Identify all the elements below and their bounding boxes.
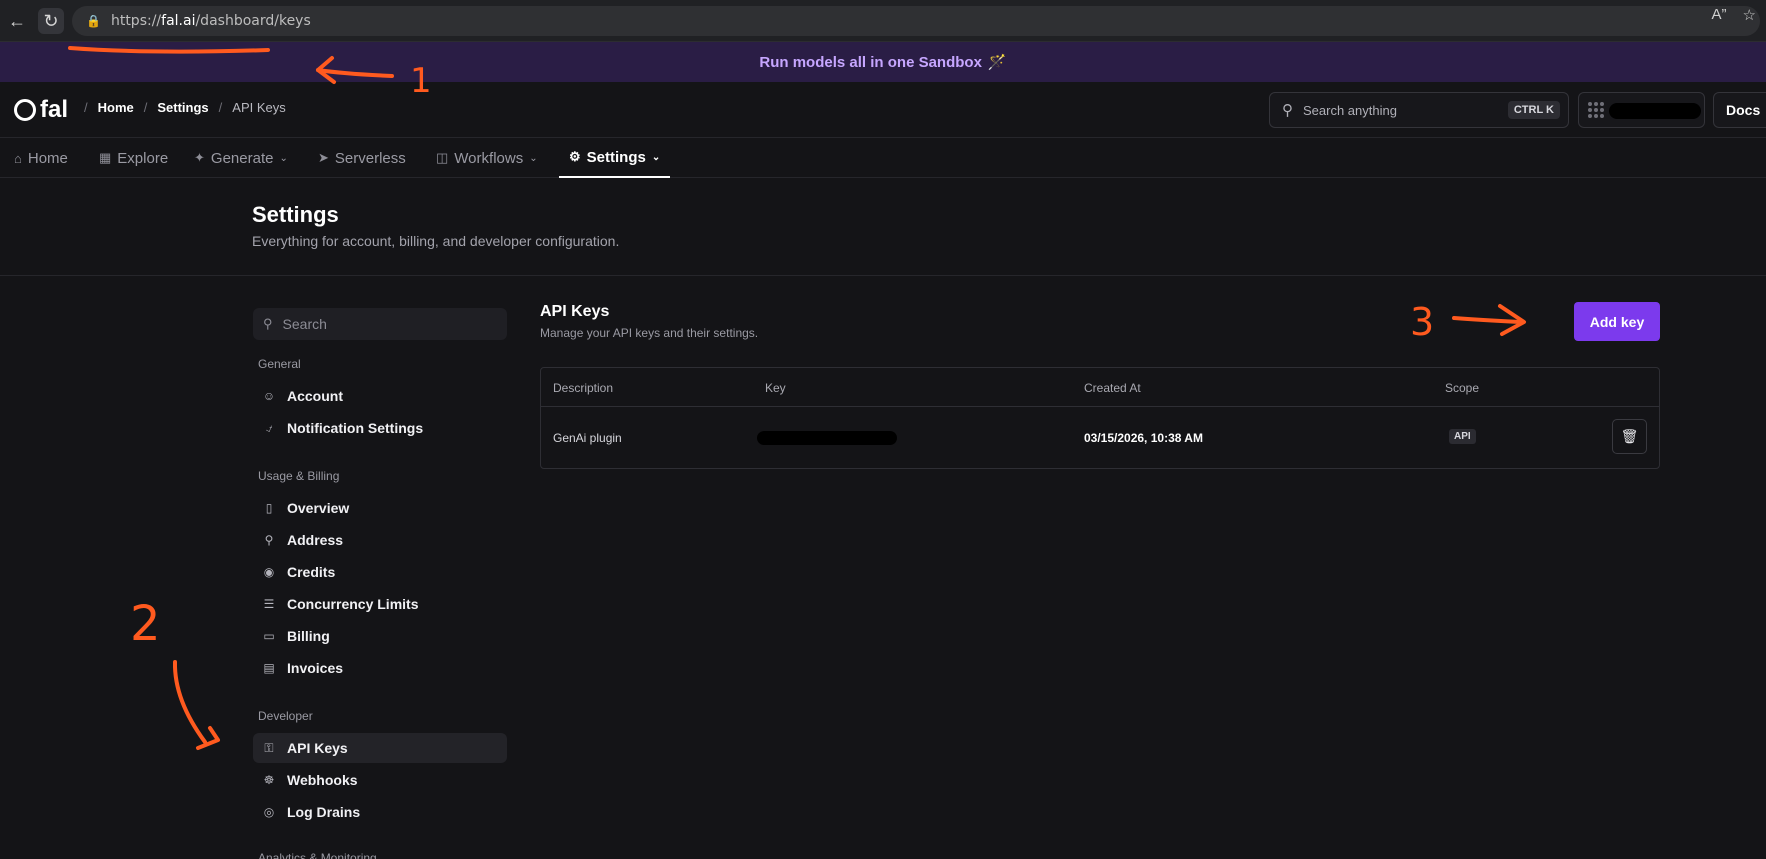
receipt-icon: ▤: [263, 661, 275, 675]
user-icon: ☺: [262, 389, 276, 403]
grid-icon: ▦: [99, 150, 112, 165]
bar-chart-icon: ▯: [265, 501, 273, 515]
team-avatar-icon: [1588, 102, 1604, 118]
url-scheme: https://: [110, 13, 162, 29]
sidebar-item-overview[interactable]: ▯ Overview: [253, 493, 507, 523]
column-header-scope: Scope: [1445, 381, 1480, 395]
column-header-description: Description: [553, 381, 614, 395]
api-keys-table: Description Key Created At Scope GenAi p…: [540, 367, 1660, 469]
sidebar-item-account[interactable]: ☺ Account: [253, 381, 507, 411]
key-icon: ⚿: [264, 740, 274, 755]
sidebar-group-general: General: [258, 357, 301, 371]
page-title: Settings: [252, 202, 339, 227]
column-header-created-at: Created At: [1084, 381, 1141, 395]
trash-icon: 🗑: [1620, 428, 1639, 444]
annotation-arrow-3: [1452, 316, 1522, 324]
sidebar-item-webhooks[interactable]: ☸ Webhooks: [253, 765, 507, 795]
breadcrumb: / Home / Settings / API Keys: [84, 100, 286, 115]
annotation-number-2: 2: [130, 596, 161, 652]
main-nav-tabs: ⌂ Home ▦ Explore ✦ Generate ⌄ ➤ Serverle…: [0, 138, 1766, 178]
sidebar-item-invoices[interactable]: ▤ Invoices: [253, 653, 507, 683]
tab-workflows[interactable]: ◫ Workflows ⌄: [436, 138, 538, 178]
api-keys-subtitle: Manage your API keys and their settings.: [540, 326, 759, 340]
sidebar-group-usage: Usage & Billing: [258, 469, 340, 483]
lock-icon: 🔒: [86, 14, 101, 28]
app-header: fal / Home / Settings / API Keys ⚲ Searc…: [0, 82, 1766, 138]
gear-icon: ⚙: [569, 149, 581, 164]
add-key-button[interactable]: Add key: [1574, 302, 1660, 341]
banner-text: Run models all in one Sandbox: [759, 53, 982, 71]
api-keys-title: API Keys: [540, 303, 610, 320]
tab-home[interactable]: ⌂ Home: [14, 138, 68, 178]
search-shortcut-badge: CTRL K: [1507, 101, 1560, 119]
back-arrow-icon[interactable]: ←: [4, 8, 30, 34]
sidebar-group-developer: Developer: [258, 709, 313, 723]
sidebar-item-concurrency[interactable]: ☰ Concurrency Limits: [253, 589, 507, 619]
fal-logo-icon: [14, 99, 36, 121]
tab-generate[interactable]: ✦ Generate ⌄: [194, 138, 288, 178]
tab-serverless[interactable]: ➤ Serverless: [318, 138, 406, 178]
key-created-at: 03/15/2026, 10:38 AM: [1084, 431, 1203, 445]
search-placeholder: Search anything: [1303, 102, 1397, 118]
page-subtitle: Everything for account, billing, and dev…: [252, 233, 620, 249]
logo-text: fal: [40, 96, 69, 123]
annotation-arrowhead-2: [196, 726, 220, 750]
key-description: GenAi plugin: [553, 431, 622, 445]
settings-search-input[interactable]: ⚲ Search: [253, 308, 507, 340]
delete-key-button[interactable]: 🗑: [1612, 419, 1647, 454]
map-pin-icon: ⚲: [264, 533, 274, 547]
chevron-down-icon: ⌄: [651, 151, 661, 163]
url-host: fal.ai: [161, 13, 196, 29]
table-header: Description Key Created At Scope: [541, 368, 1659, 407]
banner-emoji: 🪄: [987, 54, 1007, 71]
global-search-input[interactable]: ⚲ Search anything CTRL K: [1269, 92, 1569, 128]
redacted-team-name: [1609, 103, 1701, 119]
sidebar-group-analytics: Analytics & Monitoring: [258, 851, 377, 859]
home-icon: ⌂: [14, 150, 22, 166]
browser-toolbar: ← ↻ 🔒 https://fal.ai/dashboard/keys A” ☆: [0, 0, 1766, 42]
breadcrumb-home[interactable]: Home: [98, 100, 134, 115]
tab-settings[interactable]: ⚙ Settings ⌄: [559, 138, 671, 178]
promo-banner[interactable]: Run models all in one Sandbox 🪄: [0, 42, 1766, 82]
sidebar-item-billing[interactable]: ▭ Billing: [253, 621, 507, 651]
chevron-down-icon: ⌄: [529, 152, 538, 164]
breadcrumb-settings[interactable]: Settings: [157, 100, 208, 115]
tab-explore[interactable]: ▦ Explore: [99, 138, 168, 178]
redacted-key-value: [757, 431, 897, 445]
breadcrumb-api-keys[interactable]: API Keys: [232, 100, 285, 115]
chevron-down-icon: ⌄: [279, 152, 288, 164]
team-switcher[interactable]: [1578, 92, 1705, 128]
annotation-arrowhead-3: [1498, 304, 1526, 336]
sidebar-item-notifications[interactable]: ⍻ Notification Settings: [253, 413, 507, 443]
scope-badge: API: [1449, 429, 1476, 444]
sidebar-item-api-keys[interactable]: ⚿ API Keys: [253, 733, 507, 763]
log-drain-icon: ◎: [263, 805, 275, 819]
dollar-circle-icon: ◉: [263, 565, 275, 579]
column-header-key: Key: [765, 381, 786, 395]
workflow-icon: ◫: [436, 150, 449, 165]
page-header: Settings Everything for account, billing…: [0, 178, 1766, 276]
sliders-icon: ☰: [263, 597, 275, 611]
settings-search-placeholder: Search: [282, 316, 327, 332]
favorite-star-icon[interactable]: ☆: [1743, 6, 1756, 24]
docs-button[interactable]: Docs: [1713, 92, 1766, 128]
search-icon: ⚲: [263, 316, 273, 331]
wand-icon: ✦: [194, 150, 205, 165]
url-path: /dashboard/keys: [195, 13, 311, 29]
address-bar[interactable]: 🔒 https://fal.ai/dashboard/keys: [72, 6, 1760, 36]
rocket-icon: ➤: [318, 150, 329, 165]
bell-icon: ⍻: [265, 420, 273, 435]
annotation-arrow-2: [172, 660, 207, 744]
search-icon: ⚲: [1282, 102, 1293, 119]
webhook-icon: ☸: [263, 773, 275, 787]
reload-icon[interactable]: ↻: [38, 8, 64, 34]
sidebar-item-log-drains[interactable]: ◎ Log Drains: [253, 797, 507, 827]
fal-logo[interactable]: fal: [14, 96, 68, 124]
sidebar-item-address[interactable]: ⚲ Address: [253, 525, 507, 555]
credit-card-icon: ▭: [263, 629, 275, 643]
annotation-number-3: 3: [1410, 300, 1434, 344]
read-aloud-icon[interactable]: A”: [1712, 6, 1727, 24]
address-bar-actions: A” ☆: [1712, 6, 1756, 24]
sidebar-item-credits[interactable]: ◉ Credits: [253, 557, 507, 587]
